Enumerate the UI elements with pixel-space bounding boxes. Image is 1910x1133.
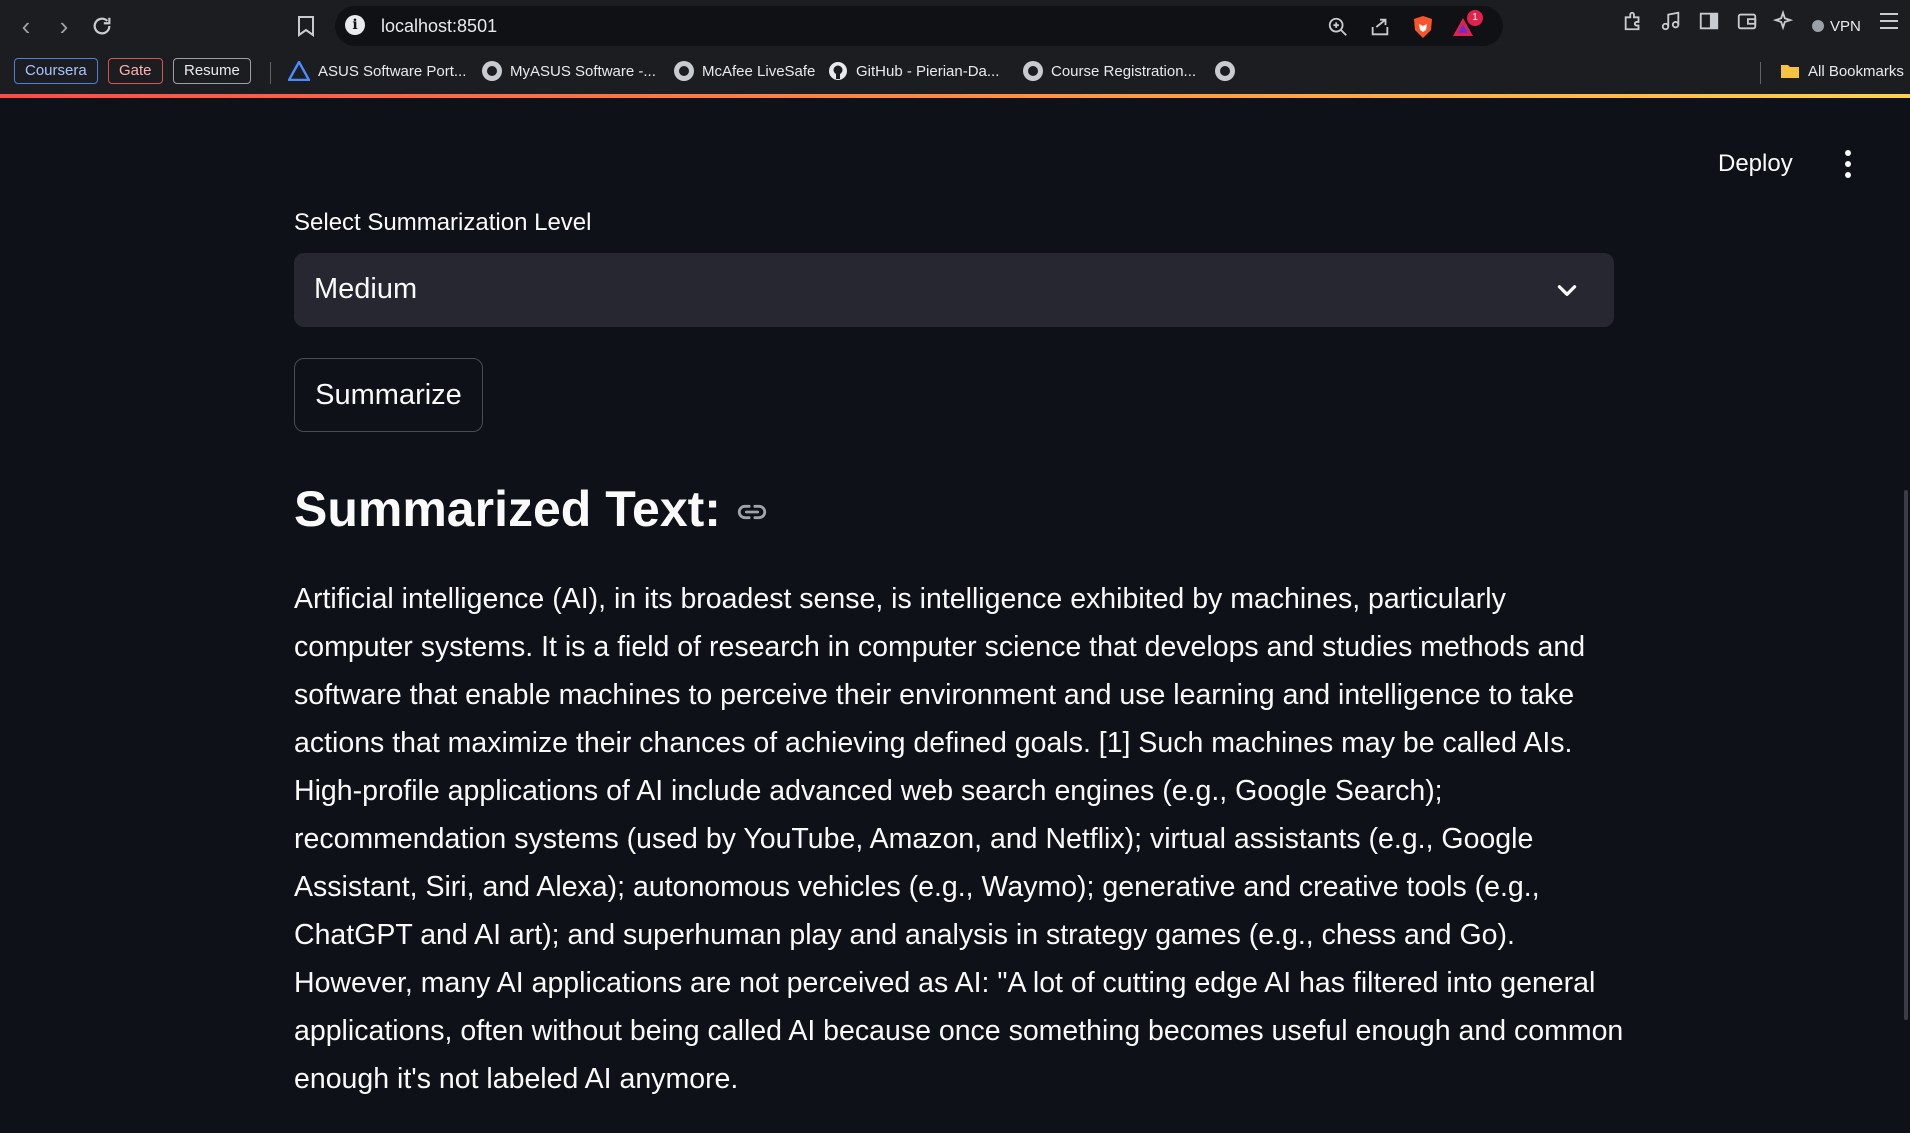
bookmarks-bar: Coursera Gate Resume ASUS Software Port.…: [0, 52, 1910, 92]
bookmarks-separator: [1760, 62, 1761, 84]
address-bar[interactable]: i localhost:8501 1: [335, 6, 1503, 46]
summarization-level-label: Select Summarization Level: [294, 209, 592, 236]
share-icon[interactable]: [1367, 14, 1393, 40]
asus-icon: [288, 61, 310, 81]
zoom-icon[interactable]: [1325, 14, 1351, 40]
bookmark-mcafee[interactable]: McAfee LiveSafe: [674, 58, 815, 84]
vpn-label: VPN: [1830, 17, 1861, 35]
streamlit-decoration-bar: [0, 94, 1910, 98]
forward-icon[interactable]: ›: [48, 10, 80, 42]
bookmark-asus[interactable]: ASUS Software Port...: [288, 58, 466, 84]
bookmark-label: Course Registration...: [1051, 62, 1197, 80]
sidebar-icon[interactable]: [1696, 8, 1722, 34]
site-info-icon[interactable]: i: [345, 15, 365, 35]
bookmark-github[interactable]: GitHub - Pierian-Da...: [828, 58, 999, 84]
bookmark-icon[interactable]: [290, 10, 322, 42]
folder-icon: [1781, 65, 1799, 78]
back-icon[interactable]: ‹: [10, 10, 42, 42]
globe-icon: [1023, 61, 1043, 81]
brave-shield-icon[interactable]: [1410, 14, 1436, 40]
summary-heading-text: Summarized Text:: [294, 481, 721, 537]
bookmark-label: McAfee LiveSafe: [702, 62, 816, 80]
summary-heading: Summarized Text:: [294, 480, 769, 538]
bookmark-gate[interactable]: Gate: [108, 58, 163, 84]
chevron-down-icon: [1557, 285, 1577, 296]
github-icon: [829, 62, 847, 80]
leo-ai-icon[interactable]: [1770, 8, 1796, 34]
bookmark-course-registration[interactable]: Course Registration...: [1023, 58, 1196, 84]
menu-icon[interactable]: [1876, 8, 1902, 34]
extensions-icon[interactable]: [1620, 8, 1646, 34]
summarize-button[interactable]: Summarize: [294, 358, 483, 432]
bookmark-label: ASUS Software Port...: [318, 62, 467, 80]
media-icon[interactable]: [1658, 8, 1684, 34]
wallet-icon[interactable]: [1734, 8, 1760, 34]
deploy-button[interactable]: Deploy: [1702, 146, 1809, 182]
globe-icon: [1215, 61, 1235, 81]
globe-icon: [482, 61, 502, 81]
vpn-status-icon: [1812, 20, 1824, 32]
bookmark-label: GitHub - Pierian-Da...: [856, 62, 1000, 80]
bookmarks-separator: [270, 62, 271, 84]
summarization-level-select[interactable]: Medium: [294, 253, 1614, 327]
notification-badge: 1: [1467, 10, 1483, 26]
all-bookmarks[interactable]: All Bookmarks: [1780, 58, 1904, 84]
summary-text: Artificial intelligence (AI), in its bro…: [294, 583, 1624, 1095]
bookmark-label: MyASUS Software -...: [510, 62, 656, 80]
all-bookmarks-label: All Bookmarks: [1808, 62, 1904, 80]
bookmark-myasus[interactable]: MyASUS Software -...: [482, 58, 656, 84]
bookmark-resume[interactable]: Resume: [173, 58, 251, 84]
globe-icon: [674, 61, 694, 81]
anchor-link-icon[interactable]: [735, 495, 769, 529]
url-text[interactable]: localhost:8501: [381, 16, 497, 37]
select-value: Medium: [314, 273, 418, 305]
bookmark-unnamed[interactable]: [1215, 58, 1235, 84]
main-menu-icon[interactable]: [1834, 148, 1862, 180]
browser-chrome: ‹ › i localhost:8501 1 VPN Coursera Gate…: [0, 0, 1910, 98]
vpn-button[interactable]: VPN: [1804, 13, 1869, 39]
bookmark-coursera[interactable]: Coursera: [14, 58, 98, 84]
reload-icon[interactable]: [86, 10, 118, 42]
page-scrollbar[interactable]: [1904, 490, 1908, 1020]
browser-toolbar: ‹ › i localhost:8501 1 VPN: [0, 0, 1910, 52]
